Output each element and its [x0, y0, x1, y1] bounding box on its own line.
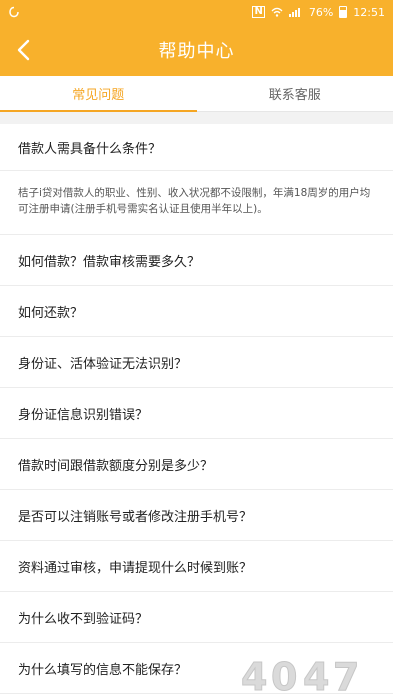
- chevron-left-icon: [17, 39, 30, 61]
- tab-faq[interactable]: 常见问题: [0, 76, 197, 112]
- svg-text:0: 0: [271, 655, 297, 698]
- faq-question[interactable]: 为什么收不到验证码？: [0, 592, 393, 643]
- battery-icon: [339, 6, 348, 18]
- page-title: 帮助中心: [158, 41, 235, 62]
- status-bar: N 76% 12:51: [0, 0, 393, 24]
- watermark-logo: 4 0 4 7: [237, 654, 385, 699]
- svg-text:4: 4: [303, 655, 329, 698]
- faq-answer: 桔子i贷对借款人的职业、性别、收入状况都不设限制，年满18周岁的用户均可注册申请…: [0, 171, 393, 235]
- nfc-icon: N: [252, 6, 265, 18]
- clock: 12:51: [353, 5, 385, 19]
- wifi-icon: [271, 7, 283, 17]
- tab-bar: 常见问题 联系客服: [0, 76, 393, 112]
- section-divider: [0, 112, 393, 124]
- notification-icon: [9, 6, 19, 18]
- faq-question[interactable]: 是否可以注销账号或者修改注册手机号？: [0, 490, 393, 541]
- faq-question[interactable]: 资料通过审核，申请提现什么时候到账？: [0, 541, 393, 592]
- signal-icon: [288, 8, 300, 17]
- battery-percent: 76%: [308, 5, 334, 19]
- faq-question[interactable]: 如何还款？: [0, 286, 393, 337]
- status-right: N 76% 12:51: [252, 6, 385, 19]
- app-header: 帮助中心: [0, 24, 393, 76]
- faq-question[interactable]: 如何借款？借款审核需要多久？: [0, 235, 393, 286]
- svg-text:7: 7: [333, 655, 359, 698]
- tab-contact-service[interactable]: 联系客服: [197, 76, 393, 111]
- back-button[interactable]: [6, 32, 42, 68]
- faq-question[interactable]: 借款时间跟借款额度分别是多少？: [0, 439, 393, 490]
- faq-question[interactable]: 身份证信息识别错误？: [0, 388, 393, 439]
- faq-question[interactable]: 身份证、活体验证无法识别？: [0, 337, 393, 388]
- svg-text:4: 4: [241, 655, 267, 698]
- status-left: [8, 6, 252, 18]
- faq-list: 借款人需具备什么条件？ 桔子i贷对借款人的职业、性别、收入状况都不设限制，年满1…: [0, 124, 393, 694]
- faq-question[interactable]: 借款人需具备什么条件？: [0, 124, 393, 171]
